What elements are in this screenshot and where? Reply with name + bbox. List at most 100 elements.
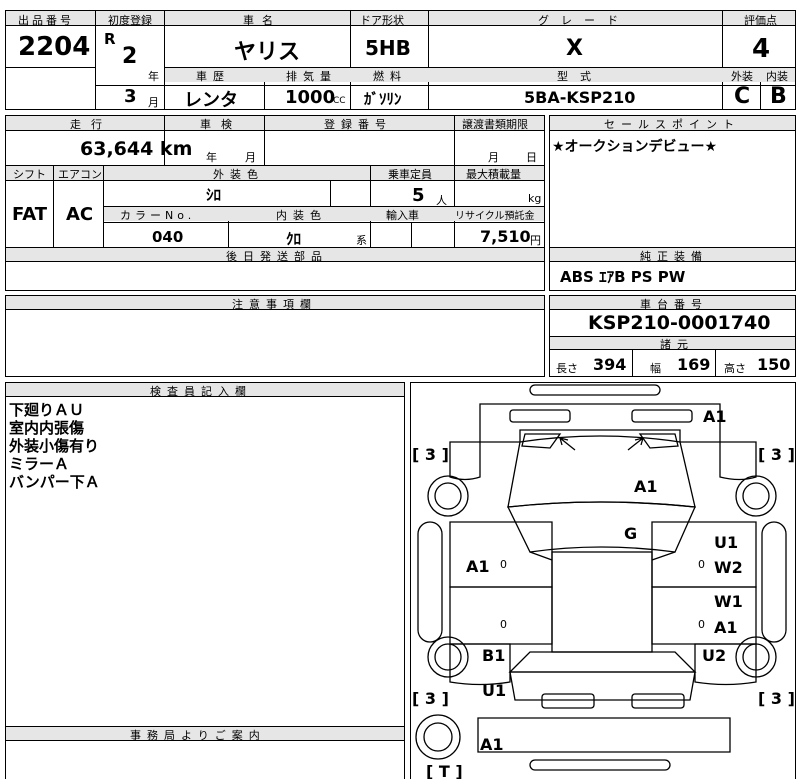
mark-front-bumper: A1 <box>703 407 727 426</box>
mark-right-rear-door-top: W1 <box>714 592 743 611</box>
note-line: 室内内張傷 <box>9 419 85 437</box>
mark-right-rear-fender: U2 <box>702 646 726 665</box>
equipment: ABS ｴｱB PS PW <box>560 268 686 286</box>
color-no: 040 <box>152 228 184 246</box>
note-line: 外装小傷有り <box>9 437 100 455</box>
reg-year: 2 <box>122 44 138 69</box>
fuel-label: 燃料 <box>373 70 407 83</box>
score: 4 <box>752 34 771 64</box>
recycle-unit: 円 <box>530 234 541 247</box>
import-label: 輸入車 <box>386 209 419 222</box>
height-label: 高さ <box>724 362 746 375</box>
aircon: AC <box>66 204 94 225</box>
chassis-number: KSP210-0001740 <box>588 312 771 334</box>
exterior-color-label: 外装色 <box>213 168 264 181</box>
score-label: 評価点 <box>744 14 777 27</box>
ext-grade: C <box>734 84 751 109</box>
spare-tire-label: [ T ] <box>426 762 463 779</box>
interior-color: ｸﾛ <box>286 230 302 248</box>
era: R <box>104 30 116 48</box>
tire-front-right-label: [ 3 ] <box>758 445 795 464</box>
displacement: 1000 <box>285 87 336 108</box>
registration-label: 登録番号 <box>324 118 392 131</box>
recycle-label: リサイクル預託金 <box>455 211 535 222</box>
history: レンタ <box>184 90 238 111</box>
zero-mark: 0 <box>500 558 507 571</box>
sales-text: ★オークションデビュー★ <box>552 139 718 155</box>
interior-color-label: 内装色 <box>276 209 327 222</box>
max-load-label: 最大積載量 <box>466 168 521 181</box>
caution-label: 注意事項欄 <box>232 298 317 311</box>
transfer-label: 譲渡書類期限 <box>462 118 528 131</box>
inspection-label: 車検 <box>200 118 242 131</box>
reg-month: 3 <box>124 86 137 107</box>
capacity: 5 <box>412 185 425 206</box>
note-line: 下廻りＡＵ <box>9 401 85 419</box>
aircon-label: エアコン <box>58 168 102 181</box>
header-strip-2 <box>165 68 795 82</box>
inspection-month: 月 <box>245 151 256 164</box>
mark-hood: A1 <box>634 477 658 496</box>
displacement-label: 排気量 <box>286 70 337 83</box>
grade: X <box>566 36 583 61</box>
mark-left-rear-fender: B1 <box>482 646 505 665</box>
model: 5BA-KSP210 <box>524 88 636 107</box>
history-label: 車歴 <box>196 70 230 83</box>
ext-grade-label: 外装 <box>731 70 753 83</box>
model-label: 型式 <box>557 70 603 83</box>
mark-windshield: G <box>624 524 637 543</box>
mark-right-rear-door-bottom: A1 <box>714 618 738 637</box>
height: 150 <box>757 355 791 374</box>
inspector-label: 検査員記入欄 <box>150 385 252 398</box>
recycle-fee: 7,510 <box>480 227 531 246</box>
interior-color-suffix: 系 <box>356 234 367 247</box>
length-label: 長さ <box>556 362 578 375</box>
dims-label: 諸元 <box>660 338 694 351</box>
mark-left-rocker: U1 <box>482 681 506 700</box>
chassis-label: 車台番号 <box>640 298 708 311</box>
max-load-unit: kg <box>528 192 542 205</box>
car-damage-diagram: [ 3 ] [ 3 ] [ 3 ] [ 3 ] [ T ] A1 A1 G A1… <box>412 384 795 779</box>
shift-label: シフト <box>13 168 46 181</box>
note-line: ミラーＡ <box>9 455 70 473</box>
int-grade: B <box>770 84 787 109</box>
month-unit: 月 <box>148 96 159 109</box>
mark-right-front-door-top: U1 <box>714 533 738 552</box>
mark-right-front-door-bottom: W2 <box>714 558 743 577</box>
inspection-year: 年 <box>206 151 217 164</box>
zero-mark: 0 <box>698 618 705 631</box>
office-label: 事務局よりご案内 <box>130 729 266 742</box>
color-no-label: カラーNo. <box>120 209 196 222</box>
zero-mark: 0 <box>698 558 705 571</box>
transfer-day: 日 <box>526 151 537 164</box>
width-label: 幅 <box>650 362 661 375</box>
equipment-label: 純正装備 <box>640 250 708 263</box>
shift: FAT <box>12 204 48 225</box>
zero-mark: 0 <box>500 618 507 631</box>
tire-front-left-label: [ 3 ] <box>412 445 449 464</box>
sales-label: セールスポイント <box>604 118 740 131</box>
car-name: ヤリス <box>234 40 301 65</box>
tire-rear-right-label: [ 3 ] <box>758 689 795 708</box>
mileage-label: 走行 <box>70 118 112 131</box>
fuel: ｶﾞｿﾘﾝ <box>364 90 402 108</box>
mark-left-front-door: A1 <box>466 557 490 576</box>
inspector-notes: 下廻りＡＵ 室内内張傷 外装小傷有り ミラーＡ バンパー下Ａ <box>9 401 100 491</box>
mileage: 63,644 km <box>80 138 193 160</box>
door-label: ドア形状 <box>360 14 404 27</box>
lot-number: 2204 <box>18 32 91 62</box>
int-grade-label: 内装 <box>766 70 788 83</box>
year-unit: 年 <box>148 70 159 83</box>
car-name-label: 車名 <box>243 14 281 27</box>
grade-label: グレード <box>538 14 630 27</box>
tire-rear-left-label: [ 3 ] <box>412 689 449 708</box>
length: 394 <box>593 355 627 374</box>
exterior-color: ｼﾛ <box>206 186 222 204</box>
capacity-label: 乗車定員 <box>388 168 432 181</box>
door-type: 5HB <box>365 36 411 60</box>
mark-rear-bumper: A1 <box>480 735 504 754</box>
lot-label: 出品番号 <box>18 14 74 27</box>
cc-unit: CC <box>333 96 346 106</box>
later-parts-label: 後日発送部品 <box>226 250 328 263</box>
transfer-month: 月 <box>488 151 499 164</box>
